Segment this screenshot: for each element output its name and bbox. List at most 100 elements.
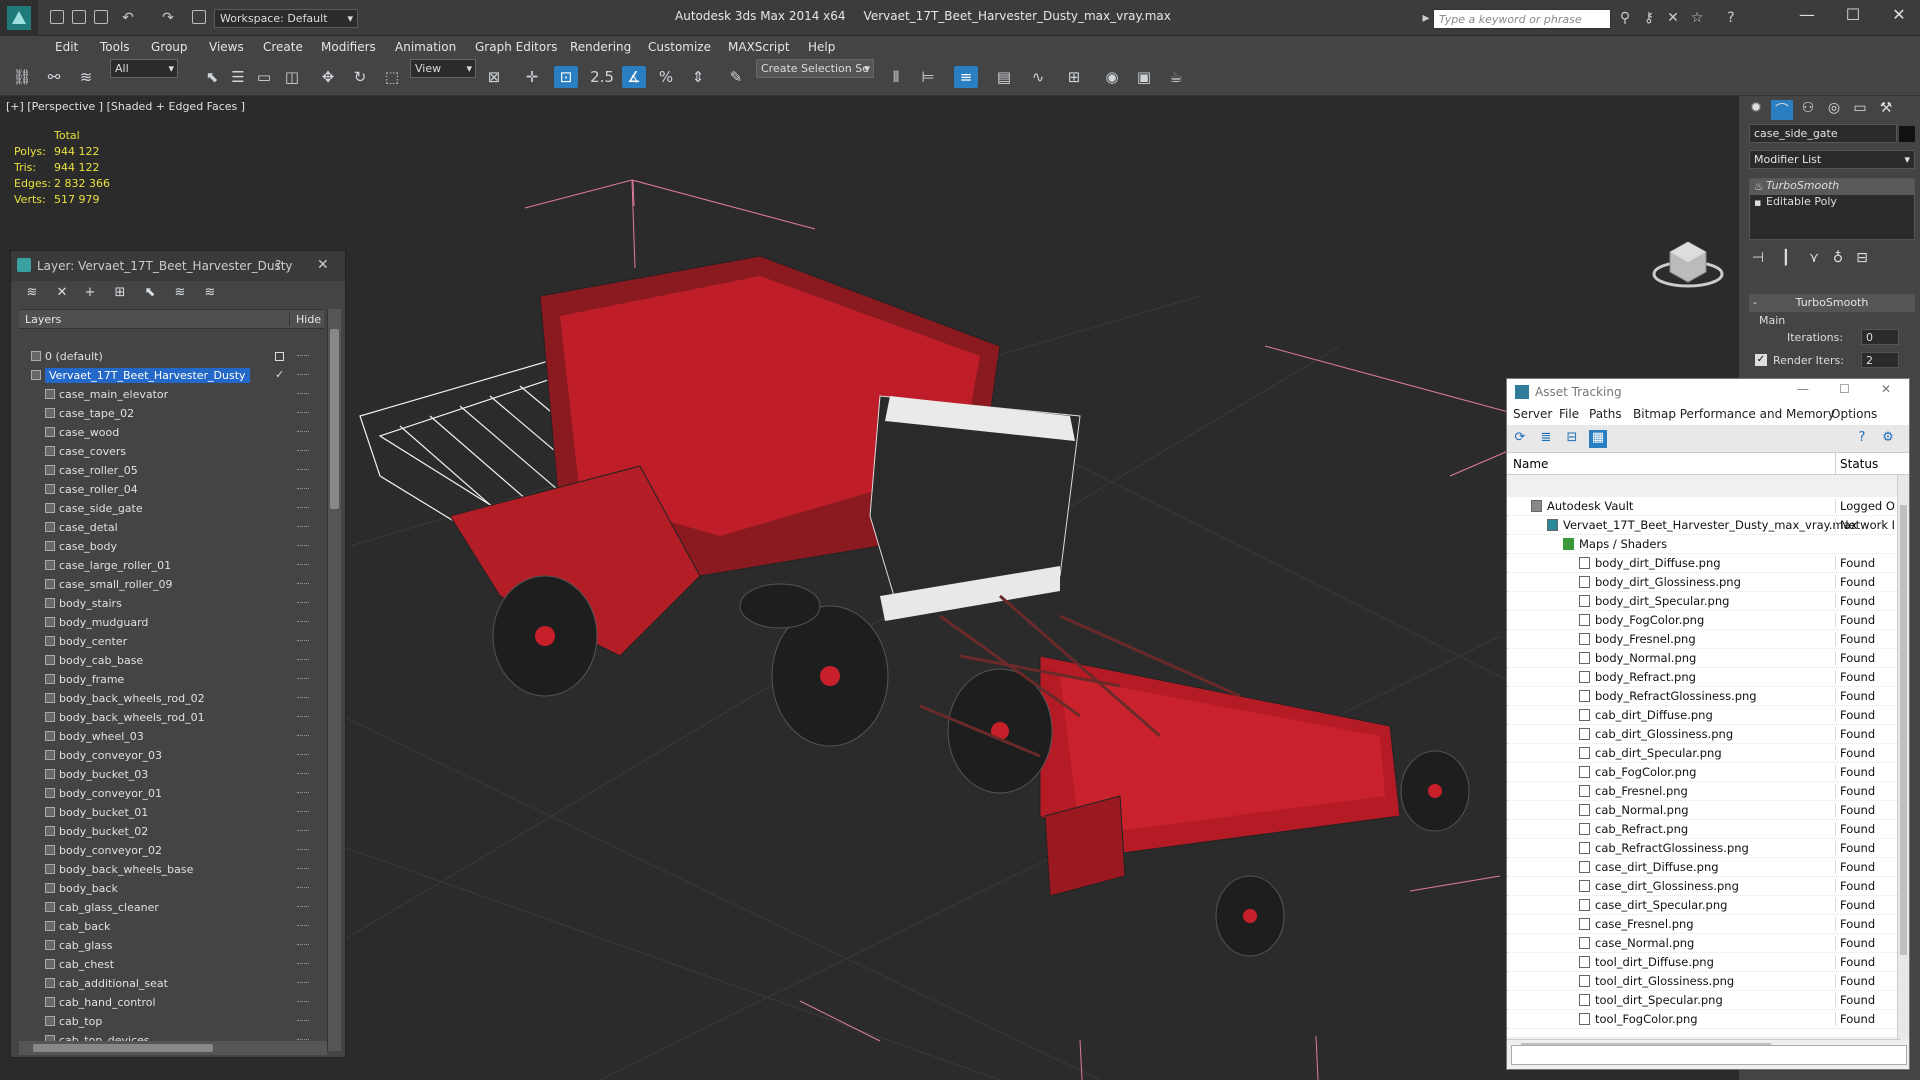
hide-toggle[interactable] [297,431,309,432]
unlink-icon[interactable]: ⚯ [42,66,66,88]
table-view-icon[interactable]: ▦ [1589,430,1607,448]
spinner-snap-icon[interactable]: ⇕ [686,66,710,88]
current-layer-box[interactable] [275,352,284,361]
layer-row[interactable]: cab_top [19,1012,335,1031]
layer-row[interactable]: case_roller_04 [19,480,335,499]
hscrollbar-thumb[interactable] [33,1044,213,1052]
layer-row[interactable]: case_main_elevator [19,385,335,404]
edit-named-selection-icon[interactable]: ✎ [724,66,748,88]
scrollbar-thumb[interactable] [330,329,339,509]
rotate-icon[interactable]: ↻ [348,66,372,88]
hide-toggle[interactable] [297,488,309,489]
hide-toggle[interactable] [297,830,309,831]
asset-row[interactable]: case_dirt_Specular.png Found [1507,896,1903,915]
hide-toggle[interactable] [297,716,309,717]
hide-toggle[interactable] [297,450,309,451]
angle-snap-icon[interactable]: ∡ [622,66,646,88]
turbosmooth-rollout[interactable]: - TurboSmooth [1749,294,1915,312]
asset-row[interactable]: body_Fresnel.png Found [1507,630,1903,649]
minimize-button[interactable]: — [1797,382,1809,396]
hide-column-header[interactable]: Hide [289,313,321,326]
hide-toggle[interactable] [297,640,309,641]
object-name-input[interactable]: case_side_gate [1749,124,1897,143]
asset-row[interactable]: body_dirt_Specular.png Found [1507,592,1903,611]
scale-icon[interactable]: ⬚ [380,66,404,88]
asset-tracking-titlebar[interactable]: Asset Tracking — ☐ ✕ [1507,379,1909,405]
asset-row[interactable]: body_RefractGlossiness.png Found [1507,687,1903,706]
menu-modifiers[interactable]: Modifiers [321,40,376,54]
layer-row[interactable]: cab_additional_seat [19,974,335,993]
layer-row[interactable]: case_large_roller_01 [19,556,335,575]
asset-row[interactable]: body_dirt_Glossiness.png Found [1507,573,1903,592]
menu-file[interactable]: File [1559,407,1579,421]
asset-row[interactable]: body_dirt_Diffuse.png Found [1507,554,1903,573]
close-icon[interactable]: ✕ [317,257,329,273]
hide-toggle[interactable] [297,526,309,527]
hierarchy-tab-icon[interactable]: ⚇ [1797,100,1819,120]
render-iters-checkbox[interactable]: ✓ [1755,354,1767,366]
hide-toggle[interactable] [297,849,309,850]
named-selection-dropdown[interactable]: Create Selection Se ▾ [756,59,874,78]
help-icon[interactable]: ? [1853,430,1871,448]
layer-row[interactable]: body_conveyor_02 [19,841,335,860]
motion-tab-icon[interactable]: ◎ [1823,100,1845,120]
select-layer-objects-icon[interactable]: ⬉ [141,285,159,301]
asset-row[interactable]: case_dirt_Glossiness.png Found [1507,877,1903,896]
object-color-swatch[interactable] [1899,126,1915,142]
layer-row[interactable]: body_conveyor_03 [19,746,335,765]
modifier-turbosmooth[interactable]: ♨ TurboSmooth [1750,179,1914,195]
schematic-view-icon[interactable]: ⊞ [1062,66,1086,88]
layer-row[interactable]: body_cab_base [19,651,335,670]
layers-column-header[interactable]: Layers [25,313,61,326]
create-tab-icon[interactable]: ✹ [1745,100,1767,120]
select-link-icon[interactable]: ⛓ [10,66,34,88]
redo-icon[interactable]: ↷ [160,10,176,26]
list-view-icon[interactable]: ≣ [1537,430,1555,448]
graphite-ribbon-icon[interactable]: ▤ [992,66,1016,88]
hide-toggle[interactable] [297,697,309,698]
asset-row[interactable]: cab_RefractGlossiness.png Found [1507,839,1903,858]
asset-row[interactable]: cab_Refract.png Found [1507,820,1903,839]
layer-row[interactable]: body_center [19,632,335,651]
layer-row[interactable]: case_body [19,537,335,556]
hide-all-layers-icon[interactable]: ≋ [201,285,219,301]
hide-toggle[interactable] [297,1001,309,1002]
new-file-icon[interactable] [50,10,64,24]
hide-toggle[interactable] [297,564,309,565]
menu-tools[interactable]: Tools [100,40,130,54]
remove-modifier-icon[interactable]: ♁ [1827,250,1849,270]
asset-row[interactable]: cab_Fresnel.png Found [1507,782,1903,801]
help-icon[interactable]: ? [1723,10,1739,26]
hide-toggle[interactable] [297,374,309,375]
binoculars-icon[interactable]: ⚲ [1617,10,1633,26]
hide-toggle[interactable] [297,735,309,736]
hide-toggle[interactable] [297,469,309,470]
layer-row[interactable]: body_conveyor_01 [19,784,335,803]
asset-row[interactable]: tool_FogColor.png Found [1507,1010,1903,1029]
asset-row[interactable]: cab_Normal.png Found [1507,801,1903,820]
layers-icon[interactable]: ≋ [23,285,41,301]
modifier-list-dropdown[interactable]: Modifier List ▾ [1749,150,1915,169]
close-button[interactable]: ✕ [1876,0,1920,30]
layer-row[interactable]: cab_glass [19,936,335,955]
lightbulb-icon[interactable]: ♨ [1754,180,1764,193]
layer-row[interactable]: body_back_wheels_rod_02 [19,689,335,708]
asset-row[interactable]: Maps / Shaders [1507,535,1903,554]
scrollbar-thumb[interactable] [1900,505,1907,955]
selection-filter-dropdown[interactable]: All ▾ [110,59,178,78]
open-file-icon[interactable] [72,10,86,24]
layer-hscrollbar[interactable] [19,1041,327,1055]
ref-coord-dropdown[interactable]: View ▾ [410,59,476,78]
pin-stack-icon[interactable]: ⊣ [1747,250,1769,270]
render-frame-icon[interactable]: ☕ [1164,66,1188,88]
layer-row[interactable]: cab_glass_cleaner [19,898,335,917]
layer-row[interactable]: case_detal [19,518,335,537]
asset-row[interactable]: body_FogColor.png Found [1507,611,1903,630]
help-button[interactable]: ? [275,258,281,272]
layer-row[interactable]: case_wood [19,423,335,442]
percent-snap-icon[interactable]: % [654,66,678,88]
hide-toggle[interactable] [297,545,309,546]
render-setup-icon[interactable]: ▣ [1132,66,1156,88]
layer-row[interactable]: body_wheel_03 [19,727,335,746]
menu-create[interactable]: Create [263,40,303,54]
